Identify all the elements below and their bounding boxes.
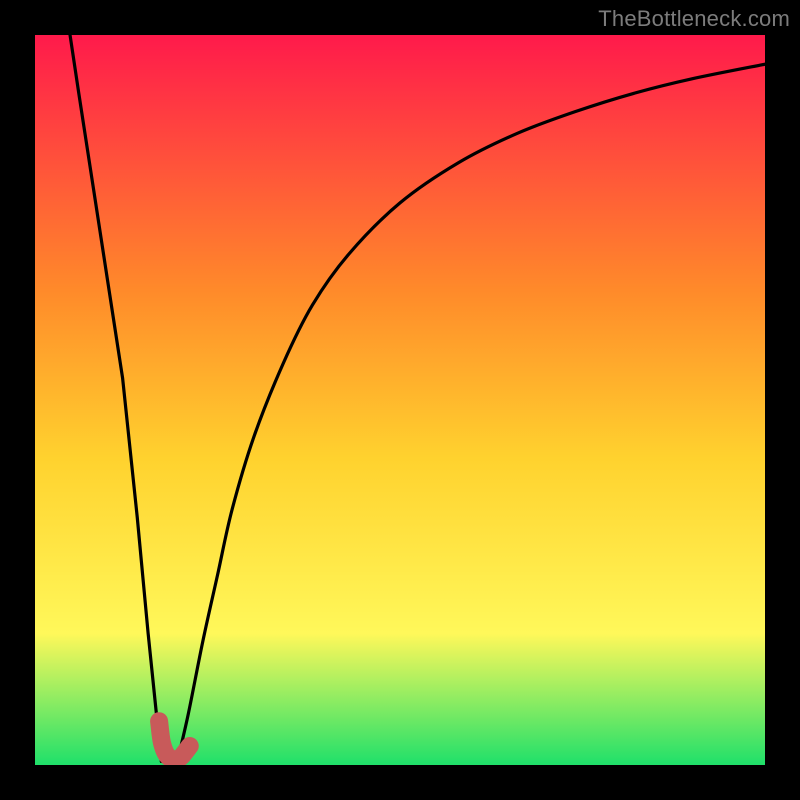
gradient-background — [35, 35, 765, 765]
watermark-text: TheBottleneck.com — [598, 6, 790, 32]
chart-svg — [35, 35, 765, 765]
plot-area — [35, 35, 765, 765]
chart-frame: TheBottleneck.com — [0, 0, 800, 800]
